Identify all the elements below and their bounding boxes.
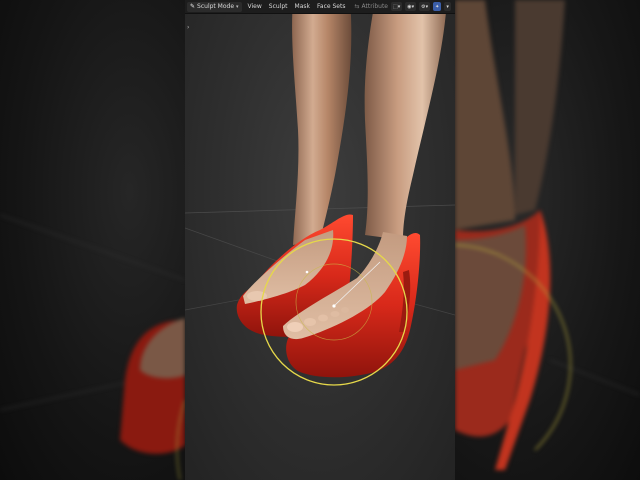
menu-mask[interactable]: Mask <box>292 3 313 10</box>
attribute-label[interactable]: Attribute <box>362 3 389 10</box>
sculpt-scene[interactable] <box>185 0 455 480</box>
menu-view[interactable]: View <box>245 3 265 10</box>
shading-icon[interactable]: ◉▾ <box>405 2 417 11</box>
menu-sculpt[interactable]: Sculpt <box>266 3 291 10</box>
chevron-down-icon[interactable]: ▾ <box>444 2 451 11</box>
overlay-icon[interactable]: ✦ <box>433 2 442 11</box>
toolbar-expand-icon[interactable]: › <box>187 24 189 31</box>
attribute-icon: ⇆ <box>354 3 360 10</box>
viewport-header: ✎ Sculpt Mode ▾ View Sculpt Mask Face Se… <box>185 0 455 14</box>
mode-select-dropdown[interactable]: ✎ Sculpt Mode ▾ <box>187 1 242 12</box>
menu-face-sets[interactable]: Face Sets <box>314 3 348 10</box>
brush-center-point <box>332 304 336 308</box>
blurred-background-left <box>0 0 185 480</box>
tool-settings-icon[interactable]: ⚙▾ <box>419 2 431 11</box>
brush-point <box>305 270 309 274</box>
chevron-down-icon: ▾ <box>236 3 239 10</box>
3d-viewport[interactable]: ✎ Sculpt Mode ▾ View Sculpt Mask Face Se… <box>185 0 455 480</box>
select-tool-icon[interactable]: ⬚▾ <box>391 2 403 11</box>
blurred-background-right <box>455 0 640 480</box>
mode-label: Sculpt Mode <box>197 3 235 10</box>
brush-icon: ✎ <box>190 3 196 10</box>
